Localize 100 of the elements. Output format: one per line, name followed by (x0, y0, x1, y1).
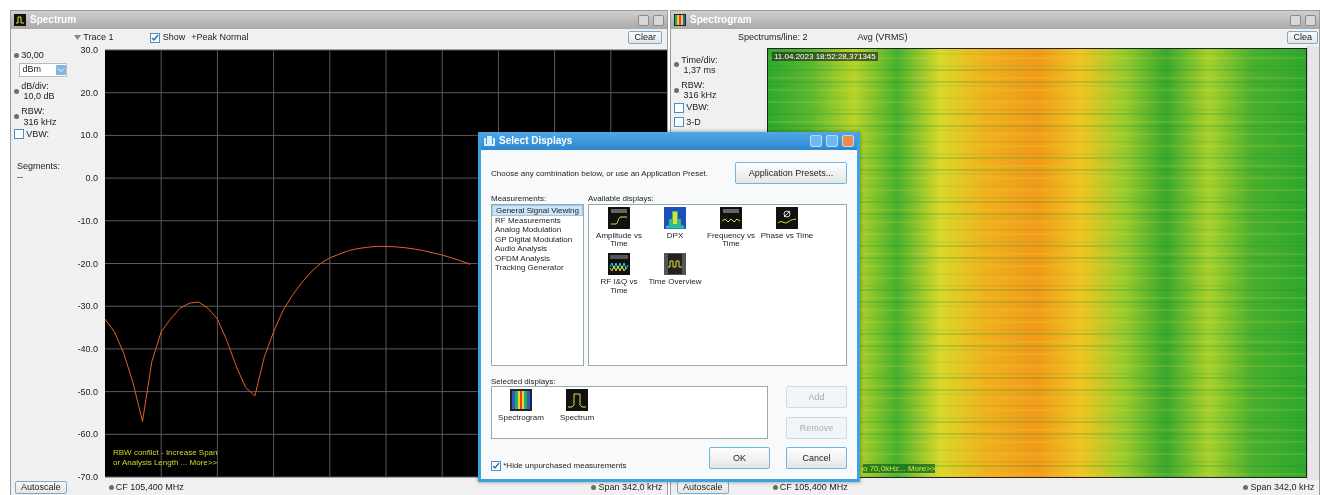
measurement-item[interactable]: GP Digital Modulation (492, 234, 583, 245)
clear-button[interactable]: Clea (1287, 30, 1318, 45)
clear-button[interactable]: Clear (628, 30, 662, 45)
param-label: dB/div: (21, 81, 50, 92)
spectrum-trace-icon (566, 388, 588, 411)
display-tile[interactable]: RF I&Q vs Time (591, 253, 647, 296)
window-icon (484, 136, 495, 146)
checkbox-label: *Hide unpurchased measurements (503, 461, 627, 471)
knob-icon[interactable] (1243, 485, 1249, 490)
span-value: Span 342,0 kHz (1250, 482, 1315, 493)
intro-text: Choose any combination below, or use an Application Preset. (491, 168, 709, 178)
close-button[interactable] (653, 14, 664, 26)
section-label: Measurements: (491, 194, 548, 204)
measurement-item[interactable]: OFDM Analysis (492, 253, 583, 263)
y-tick-label: 20.0 (80, 87, 98, 98)
display-tile[interactable]: Spectrogram (494, 388, 548, 423)
caret-icon (74, 35, 81, 40)
measurement-item[interactable]: General Signal Viewing (492, 204, 583, 216)
y-tick-label: -10.0 (77, 215, 98, 226)
unit-dropdown[interactable]: dBm (18, 62, 67, 77)
window-title: Spectrogram (690, 14, 752, 26)
y-tick-label: 10.0 (80, 130, 98, 141)
reference-level: 30,00 (21, 50, 44, 61)
phase-chart-icon (776, 206, 798, 229)
measurement-item[interactable]: Audio Analysis (492, 244, 583, 254)
y-tick-label: -50.0 (77, 386, 98, 397)
y-tick-label: -70.0 (77, 472, 98, 480)
dialog-title: Select Displays (499, 135, 573, 147)
y-tick-label: -60.0 (77, 429, 98, 440)
y-tick-label: -40.0 (77, 343, 98, 354)
knob-icon[interactable] (674, 62, 679, 68)
param-value: 1,37 ms (682, 64, 717, 76)
param-value: 316 kHz (682, 90, 717, 101)
param-label: RBW: (681, 79, 706, 91)
trace-mode-label: +Peak Normal (191, 32, 249, 43)
trace-label: Trace 1 (83, 32, 114, 43)
knob-icon[interactable] (14, 52, 19, 58)
knob-icon[interactable] (591, 485, 597, 490)
detection-mode: Avg (VRMS) (857, 32, 908, 43)
window-icon (14, 14, 26, 26)
param-label: Time/div: (681, 54, 718, 65)
spectrogram-icon (510, 388, 532, 411)
spectrum-chart-icon (664, 206, 686, 229)
display-tile[interactable]: Time Overview (647, 253, 703, 296)
checkbox[interactable] (150, 32, 161, 43)
scrollbar[interactable] (1307, 46, 1319, 480)
y-tick-label: -20.0 (77, 258, 98, 269)
knob-icon[interactable] (14, 114, 19, 120)
section-label: Available displays: (588, 194, 655, 204)
param-value: 316 kHz (22, 116, 57, 127)
knob-icon[interactable] (108, 485, 114, 490)
warning-message[interactable]: RBW conflict - Increase Span or Analysis Length ... More>> (113, 448, 218, 467)
display-tile[interactable]: Phase vs Time (759, 206, 815, 250)
cancel-button[interactable]: Cancel (786, 446, 847, 469)
autoscale-button[interactable]: Autoscale (15, 480, 67, 495)
display-tile[interactable]: Frequency vs Time (703, 206, 759, 250)
minimize-button[interactable] (1290, 14, 1301, 26)
display-tile[interactable]: Spectrum (550, 388, 604, 423)
span-value: Span 342,0 kHz (598, 482, 663, 493)
checkbox[interactable] (14, 129, 24, 140)
presets-button[interactable]: Application Presets... (735, 162, 847, 185)
checkbox[interactable] (674, 116, 684, 127)
window-title: Spectrum (30, 14, 77, 26)
center-frequency: CF 105,400 MHz (115, 482, 184, 493)
param-label: RBW: (21, 106, 46, 117)
measurement-item[interactable]: RF Measurements (492, 215, 583, 226)
checkbox-label: VBW: (686, 102, 710, 113)
checkbox[interactable] (491, 461, 501, 471)
param-value: 10,0 dB (22, 91, 55, 102)
segments-label: Segments: (16, 161, 62, 172)
window-icon (674, 14, 686, 26)
measurement-item[interactable]: Tracking Generator (492, 262, 583, 273)
display-tile[interactable]: Amplitude vs Time (591, 206, 647, 250)
wave-chart-icon (720, 206, 742, 229)
section-label: Selected displays: (491, 376, 557, 386)
checkbox[interactable] (674, 102, 684, 113)
minimize-button[interactable] (638, 14, 649, 26)
y-tick-label: -30.0 (77, 301, 98, 312)
caret-icon (55, 64, 66, 75)
knob-icon[interactable] (14, 88, 19, 94)
checkbox-label: 3-D (686, 116, 701, 128)
ok-button[interactable]: OK (709, 446, 770, 469)
waveform-chart-icon (608, 253, 630, 276)
amplitude-chart-icon (608, 206, 630, 229)
timestamp: 11.04.2023 18:52:28,371345 (772, 52, 878, 62)
trace-dropdown[interactable]: Trace 1 (74, 32, 114, 43)
measurement-item[interactable]: Analog Modulation (492, 225, 583, 235)
y-tick-label: 30.0 (80, 46, 98, 55)
knob-icon[interactable] (772, 485, 778, 490)
display-tile[interactable]: DPX (647, 206, 703, 250)
square-wave-icon (664, 253, 686, 276)
center-frequency: CF 105,400 MHz (779, 482, 848, 493)
checkbox-label: Show (162, 32, 186, 43)
spectrums-per-line: Spectrums/line: 2 (738, 32, 808, 43)
close-button[interactable] (1305, 14, 1316, 26)
knob-icon[interactable] (674, 87, 679, 93)
y-tick-label: 0.0 (85, 173, 98, 184)
checkbox-label: VBW: (26, 128, 50, 140)
message-link[interactable]: o 70,0kHz... More>> (863, 463, 936, 473)
segments-value: -- (16, 171, 24, 182)
